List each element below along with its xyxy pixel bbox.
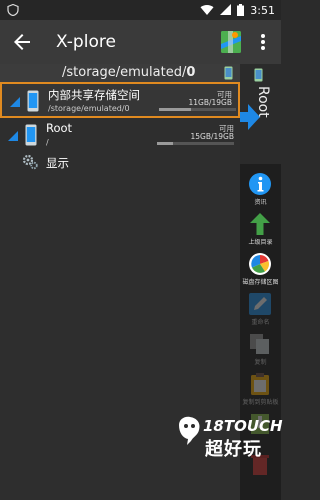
info-icon: [249, 173, 271, 195]
copy-to-clipboard-button[interactable]: 复制到剪贴板: [240, 368, 281, 408]
rename-button[interactable]: 重命名: [240, 288, 281, 328]
watermark-logo-icon: [179, 416, 200, 445]
watermark-text: 18TOUCH: [203, 417, 283, 435]
usage-bar-fill: [157, 142, 174, 145]
display-settings-item[interactable]: 显示: [0, 150, 240, 176]
pie-chart-icon: [249, 253, 271, 275]
item-path: /storage/emulated/0: [48, 104, 130, 113]
copy-icon: [250, 334, 269, 354]
tool-label: 资讯: [254, 199, 267, 206]
item-size: 15GB/19GB: [190, 132, 234, 141]
gear-icon: [22, 154, 38, 170]
item-path: /: [46, 138, 49, 147]
usage-bar: [159, 108, 236, 111]
app-bar: X-plore: [0, 20, 281, 64]
battery-icon: [237, 4, 245, 16]
tool-label: 复制: [254, 359, 267, 366]
phone-icon: [254, 68, 263, 82]
current-path: /storage/emulated/0: [62, 65, 196, 80]
item-name: 内部共享存储空间: [48, 88, 140, 102]
list-item-root[interactable]: Root / 可用 15GB/19GB: [0, 118, 240, 154]
list-item-internal-storage[interactable]: 内部共享存储空间 /storage/emulated/0 可用 11GB/19G…: [0, 82, 240, 118]
tool-label: 重命名: [251, 319, 270, 326]
usage-bar: [157, 142, 234, 145]
tool-label: 复制到剪贴板: [242, 399, 279, 406]
phone-icon: [27, 90, 39, 112]
rename-icon: [249, 293, 271, 315]
back-arrow-icon[interactable]: [10, 30, 34, 54]
wifi-icon: [200, 4, 214, 15]
clipboard-icon: [251, 373, 269, 395]
watermark: 18TOUCH 超好玩: [175, 415, 283, 460]
watermark-cn: 超好玩: [205, 439, 262, 460]
tool-label: 上级目录: [248, 239, 273, 246]
parent-dir-button[interactable]: 上级目录: [240, 208, 281, 248]
arrow-right-icon: [240, 104, 260, 130]
item-size: 11GB/19GB: [188, 98, 232, 107]
path-bar: /storage/emulated/0: [0, 64, 240, 82]
map-icon[interactable]: [220, 30, 242, 54]
more-vert-icon[interactable]: [256, 30, 270, 54]
info-button[interactable]: 资讯: [240, 168, 281, 208]
up-arrow-icon: [250, 213, 270, 235]
disk-map-button[interactable]: 磁盘存储区图: [240, 248, 281, 288]
item-name: Root: [46, 121, 73, 135]
app-title: X-plore: [56, 32, 116, 52]
display-settings-label: 显示: [46, 156, 69, 170]
phone-icon: [25, 124, 37, 146]
expand-arrow-icon[interactable]: [10, 97, 20, 107]
status-bar: 3:51: [0, 0, 281, 20]
tool-label: 磁盘存储区图: [242, 279, 279, 286]
expand-arrow-icon[interactable]: [8, 131, 18, 141]
shield-icon: [7, 4, 19, 16]
signal-icon: [220, 4, 232, 15]
copy-button[interactable]: 复制: [240, 328, 281, 368]
usage-bar-fill: [159, 108, 192, 111]
status-time: 3:51: [250, 3, 275, 17]
root-tab[interactable]: Root: [240, 64, 281, 164]
phone-icon: [224, 66, 233, 80]
